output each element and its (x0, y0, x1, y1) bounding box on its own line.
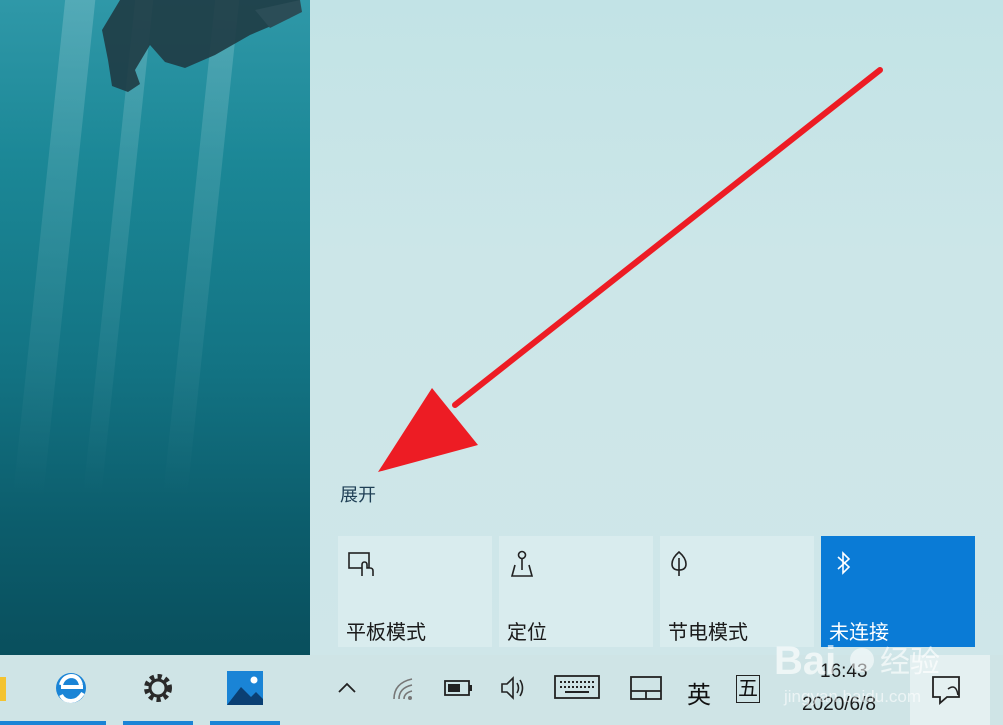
location-tile[interactable]: 定位 (499, 536, 653, 647)
photos-icon (227, 671, 263, 705)
active-indicator (36, 721, 106, 725)
clock-time: 16:43 (820, 661, 868, 682)
active-indicator (210, 721, 280, 725)
tile-label: 未连接 (829, 620, 889, 644)
battery-saver-tile[interactable]: 节电模式 (660, 536, 814, 647)
edge-button[interactable] (36, 655, 106, 725)
tile-label: 定位 (507, 620, 547, 644)
tile-label: 节电模式 (668, 620, 748, 644)
bluetooth-tile[interactable]: 未连接 (821, 536, 975, 647)
clock-date: 2020/6/8 (802, 694, 876, 715)
edge-icon (56, 673, 86, 704)
settings-button[interactable] (123, 655, 193, 725)
ime-language-indicator[interactable]: 英 (687, 675, 711, 709)
action-center-panel: 展开 平板模式 定位 节电模式 未连接 (310, 0, 1003, 655)
active-indicator (0, 721, 36, 725)
battery-icon[interactable] (443, 671, 475, 705)
chevron-up-icon[interactable] (336, 671, 358, 705)
volume-icon[interactable] (498, 671, 530, 705)
tablet-mode-icon (348, 552, 374, 576)
action-center-icon (932, 676, 960, 705)
notification-area[interactable] (910, 655, 990, 725)
active-indicator (123, 721, 193, 725)
touchpad-icon[interactable] (629, 671, 663, 705)
battery-saver-icon (671, 550, 687, 576)
swimmer-image (102, 0, 302, 92)
photos-button[interactable] (210, 655, 280, 725)
desktop-wallpaper (0, 0, 310, 655)
wifi-icon[interactable] (390, 671, 420, 705)
settings-icon (144, 674, 172, 702)
tablet-mode-tile[interactable]: 平板模式 (338, 536, 492, 647)
bluetooth-icon (837, 551, 851, 575)
file-explorer-icon (0, 677, 6, 701)
location-icon (510, 550, 534, 577)
keyboard-icon[interactable] (553, 671, 601, 705)
file-explorer-button[interactable] (0, 655, 36, 725)
expand-link[interactable]: 展开 (340, 481, 376, 507)
ime-mode-indicator[interactable]: 五 (736, 675, 760, 703)
tile-label: 平板模式 (346, 620, 426, 644)
